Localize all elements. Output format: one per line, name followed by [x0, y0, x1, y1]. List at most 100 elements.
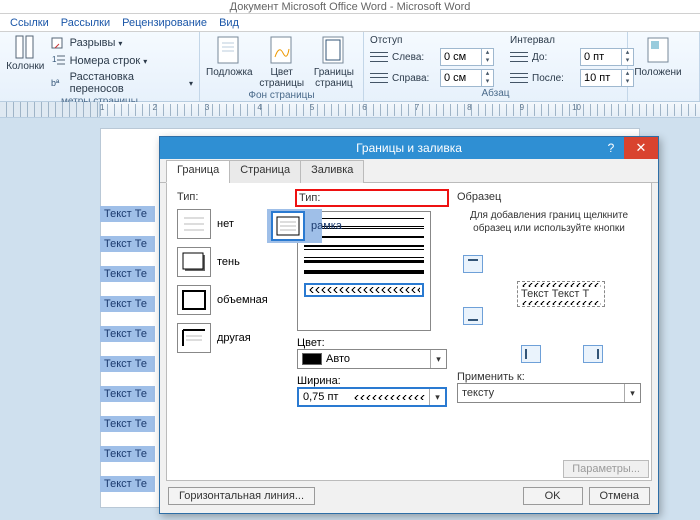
- dialog-title: Границы и заливка: [356, 141, 462, 155]
- group-paragraph: Абзац: [370, 87, 621, 100]
- setting-custom-icon: [180, 326, 208, 350]
- position-button[interactable]: Положени: [634, 35, 682, 78]
- columns-label: Колонки: [6, 61, 44, 72]
- tab-border[interactable]: Граница: [166, 160, 230, 183]
- page-color-button[interactable]: Цвет страницы: [259, 35, 305, 89]
- breaks-icon: [51, 35, 67, 51]
- tab-review[interactable]: Рецензирование: [122, 17, 207, 29]
- close-button[interactable]: ✕: [624, 137, 658, 159]
- columns-button[interactable]: Колонки: [6, 35, 45, 72]
- page-borders-button[interactable]: Границы страниц: [311, 35, 357, 89]
- tab-fill[interactable]: Заливка: [300, 160, 364, 183]
- setting-box[interactable]: рамка: [267, 209, 322, 243]
- cancel-button[interactable]: Отмена: [589, 487, 650, 505]
- borders-shading-dialog: Границы и заливка ? ✕ Граница Страница З…: [159, 136, 659, 514]
- watermark-button[interactable]: Подложка: [206, 35, 253, 78]
- chevron-down-icon[interactable]: ▾: [624, 384, 640, 402]
- spacing-after-label: После:: [532, 73, 576, 84]
- preview-top-border-button[interactable]: [463, 255, 483, 273]
- spacing-heading: Интервал: [510, 35, 634, 46]
- setting-shadow-label: тень: [217, 256, 240, 268]
- tab-page[interactable]: Страница: [229, 160, 301, 183]
- setting-shadow[interactable]: тень: [177, 247, 287, 277]
- indent-right-icon: [370, 71, 388, 85]
- setting-custom[interactable]: другая: [177, 323, 287, 353]
- indent-left-input[interactable]: ▴▾: [440, 48, 494, 66]
- preview-right-border-button[interactable]: [583, 345, 603, 363]
- preview-canvas[interactable]: Текст Текст Т: [457, 245, 641, 365]
- stepper-up-icon[interactable]: ▴: [481, 49, 493, 57]
- setting-list: нет рамка тень объемная другая: [177, 209, 287, 353]
- color-value: Авто: [326, 353, 350, 365]
- style-option-selected[interactable]: [304, 283, 424, 297]
- dialog-titlebar[interactable]: Границы и заливка ? ✕: [160, 137, 658, 159]
- spacing-before-icon: [510, 50, 528, 64]
- horizontal-ruler[interactable]: 12345 678910: [0, 102, 700, 118]
- preview-left-border-button[interactable]: [521, 345, 541, 363]
- line-numbers-icon: 1: [51, 53, 67, 69]
- width-value: 0,75 пт: [303, 391, 338, 403]
- style-label: Тип:: [295, 189, 449, 207]
- line-numbers-button[interactable]: 1 Номера строк ▾: [51, 53, 193, 69]
- selected-text: Текст Те: [100, 266, 155, 282]
- svg-text:bª: bª: [51, 78, 60, 88]
- style-option[interactable]: [304, 257, 424, 263]
- watermark-icon: [216, 35, 242, 65]
- selected-text: Текст Те: [100, 236, 155, 252]
- preview-bottom-border-button[interactable]: [463, 307, 483, 325]
- setting-none-icon: [180, 212, 208, 236]
- indent-right-label: Справа:: [392, 73, 436, 84]
- ok-button[interactable]: OK: [523, 487, 583, 505]
- preview-hint: Для добавления границ щелкните образец и…: [457, 209, 641, 235]
- breaks-button[interactable]: Разрывы ▾: [51, 35, 193, 51]
- help-button[interactable]: ?: [600, 137, 622, 159]
- selected-text: Текст Те: [100, 446, 155, 462]
- spacing-before-input[interactable]: ▴▾: [580, 48, 634, 66]
- color-combo[interactable]: Авто ▾: [297, 349, 447, 369]
- chevron-down-icon[interactable]: ▾: [429, 389, 445, 405]
- selected-text: Текст Те: [100, 476, 155, 492]
- page-borders-label: Границы страниц: [314, 67, 354, 89]
- indent-left-label: Слева:: [392, 52, 436, 63]
- indent-left-icon: [370, 50, 388, 64]
- selected-text: Текст Те: [100, 206, 155, 222]
- style-option[interactable]: [304, 270, 424, 274]
- window-title: Документ Microsoft Office Word - Microso…: [0, 0, 700, 14]
- spacing-after-input[interactable]: ▴▾: [580, 69, 634, 87]
- width-combo[interactable]: 0,75 пт ▾: [297, 387, 447, 407]
- setting-3d-icon: [180, 288, 208, 312]
- indent-heading: Отступ: [370, 35, 494, 46]
- stepper-down-icon[interactable]: ▾: [481, 78, 493, 86]
- chevron-down-icon[interactable]: ▾: [430, 350, 446, 368]
- stepper-up-icon[interactable]: ▴: [481, 70, 493, 78]
- columns-icon: [15, 35, 35, 59]
- style-option[interactable]: [304, 218, 424, 219]
- tab-view[interactable]: Вид: [219, 17, 239, 29]
- tab-mailings[interactable]: Рассылки: [61, 17, 110, 29]
- ruler-left-well: [0, 102, 100, 117]
- setting-3d-label: объемная: [217, 294, 268, 306]
- preview-label: Образец: [457, 191, 641, 203]
- style-option[interactable]: [304, 245, 424, 250]
- selected-text: Текст Те: [100, 296, 155, 312]
- group-page-bg: Фон страницы: [206, 89, 357, 102]
- selected-text: Текст Те: [100, 386, 155, 402]
- ribbon-tabs: Ссылки Рассылки Рецензирование Вид: [0, 14, 700, 32]
- breaks-label: Разрывы: [70, 37, 116, 49]
- hyphenation-button[interactable]: bª Расстановка переносов ▾: [51, 71, 193, 95]
- apply-to-combo[interactable]: тексту ▾: [457, 383, 641, 403]
- horizontal-line-button[interactable]: Горизонтальная линия...: [168, 487, 315, 505]
- selected-text: Текст Те: [100, 356, 155, 372]
- setting-custom-label: другая: [217, 332, 251, 344]
- spacing-after-icon: [510, 71, 528, 85]
- apply-to-value: тексту: [462, 387, 494, 399]
- hyphenation-label: Расстановка переносов: [70, 71, 186, 95]
- selected-text: Текст Те: [100, 416, 155, 432]
- tab-references[interactable]: Ссылки: [10, 17, 49, 29]
- color-swatch-icon: [302, 353, 322, 365]
- setting-3d[interactable]: объемная: [177, 285, 287, 315]
- indent-right-input[interactable]: ▴▾: [440, 69, 494, 87]
- style-option[interactable]: [304, 236, 424, 238]
- color-label: Цвет:: [297, 337, 447, 349]
- stepper-down-icon[interactable]: ▾: [481, 57, 493, 65]
